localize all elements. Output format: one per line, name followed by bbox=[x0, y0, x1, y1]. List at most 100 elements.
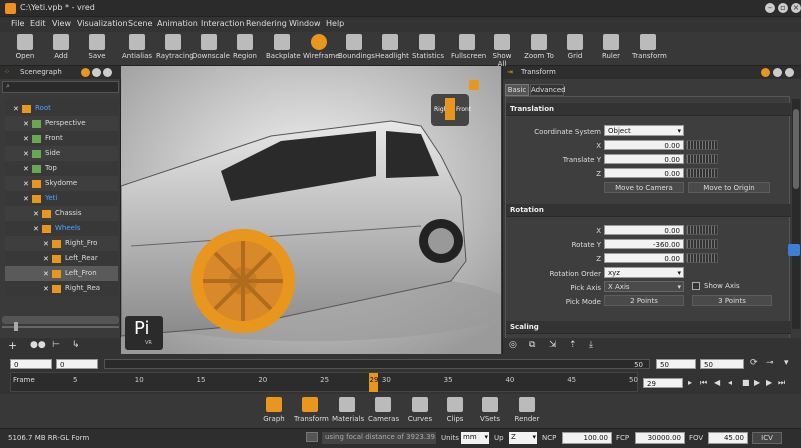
fullscreen-button[interactable]: Fullscreen bbox=[451, 34, 486, 60]
pick-axis-select[interactable]: X Axis ▾ bbox=[604, 281, 684, 292]
help-icon[interactable] bbox=[81, 68, 90, 77]
transform-tool-button[interactable]: Transform bbox=[632, 34, 667, 60]
ruler-button[interactable]: Ruler bbox=[600, 34, 622, 60]
move-to-origin-button[interactable]: Move to Origin bbox=[688, 182, 770, 193]
view-cube[interactable]: Righ Front bbox=[431, 94, 471, 126]
dock-vsets[interactable]: VSets bbox=[478, 397, 502, 423]
grid-button[interactable]: Grid bbox=[564, 34, 586, 60]
visibility-toggle-icon[interactable]: ✕ bbox=[23, 121, 29, 128]
dock-cameras[interactable]: Cameras bbox=[368, 397, 399, 423]
visibility-toggle-icon[interactable]: ✕ bbox=[23, 181, 29, 188]
wireframe-button[interactable]: Wireframe bbox=[303, 34, 340, 60]
tree-node[interactable]: ✕ Front bbox=[5, 131, 118, 146]
tree-node[interactable]: ✕ Yeti bbox=[5, 191, 118, 206]
tree-node[interactable]: ✕ Right_Fro bbox=[5, 236, 118, 251]
tree-node[interactable]: ✕ Chassis bbox=[5, 206, 118, 221]
tree-node[interactable]: ✕ Left_Fron bbox=[5, 266, 118, 281]
translate-y-dial[interactable] bbox=[686, 154, 718, 164]
settings-icon[interactable]: ▾ bbox=[784, 358, 789, 368]
menu-animation[interactable]: Animation bbox=[157, 19, 198, 28]
visibility-toggle-icon[interactable]: ✕ bbox=[23, 166, 29, 173]
align-icon[interactable]: ⤓ bbox=[589, 340, 593, 350]
boundings-button[interactable]: Boundings bbox=[338, 34, 375, 60]
step-back-icon[interactable]: ▸ bbox=[688, 378, 692, 387]
stop-icon[interactable]: ■ bbox=[742, 378, 750, 387]
rotate-y-dial[interactable] bbox=[686, 239, 718, 249]
headlight-button[interactable]: Headlight bbox=[375, 34, 409, 60]
open-button[interactable]: Open bbox=[14, 34, 36, 60]
save-button[interactable]: Save bbox=[86, 34, 108, 60]
terminal-icon[interactable] bbox=[306, 432, 318, 442]
show-all-button[interactable]: Show All bbox=[488, 34, 516, 68]
menu-rendering[interactable]: Rendering bbox=[246, 19, 287, 28]
transform-node-icon[interactable]: ↳ bbox=[72, 340, 80, 350]
tree-node[interactable]: ✕ Perspective bbox=[5, 116, 118, 131]
menu-file[interactable]: File bbox=[11, 19, 24, 28]
tree-node[interactable]: ✕ Wheels bbox=[5, 221, 118, 236]
add-node-icon[interactable]: + bbox=[8, 339, 17, 352]
visibility-toggle-icon[interactable]: ✕ bbox=[23, 136, 29, 143]
rotate-x-dial[interactable] bbox=[686, 225, 718, 235]
tree-node[interactable]: ✕ Left_Rear bbox=[5, 251, 118, 266]
antialias-button[interactable]: Antialias bbox=[122, 34, 152, 60]
timeline-start-input[interactable]: 0 bbox=[10, 359, 52, 369]
key-icon[interactable]: ⊸ bbox=[766, 358, 774, 368]
visibility-toggle-icon[interactable]: ✕ bbox=[43, 241, 49, 248]
menu-edit[interactable]: Edit bbox=[30, 19, 46, 28]
translate-z-input[interactable]: 0.00 bbox=[604, 168, 684, 178]
render-viewport[interactable]: Righ Front Pi VR bbox=[121, 66, 501, 354]
reset-icon[interactable]: ⇡ bbox=[569, 340, 577, 350]
visibility-toggle-icon[interactable]: ✕ bbox=[43, 271, 49, 278]
scenegraph-search-input[interactable]: ⌕ bbox=[2, 81, 119, 93]
reverse-play-icon[interactable]: ◂ bbox=[728, 378, 732, 387]
close-icon[interactable]: × bbox=[791, 3, 801, 13]
ncp-input[interactable]: 100.00 bbox=[562, 432, 612, 444]
tree-node[interactable]: ✕ Top bbox=[5, 161, 118, 176]
side-dock-icon[interactable] bbox=[788, 244, 800, 256]
scenegraph-slider[interactable] bbox=[2, 322, 119, 331]
next-frame-icon[interactable]: ▶ bbox=[766, 378, 772, 387]
statistics-button[interactable]: Statistics bbox=[412, 34, 444, 60]
backplate-button[interactable]: Backplate bbox=[266, 34, 301, 60]
visibility-toggle-icon[interactable]: ✕ bbox=[33, 226, 39, 233]
minimize-icon[interactable]: – bbox=[765, 3, 775, 13]
prev-frame-icon[interactable]: ◀ bbox=[714, 378, 720, 387]
tab-basic[interactable]: Basic bbox=[505, 84, 529, 96]
up-axis-select[interactable]: Z ▾ bbox=[509, 432, 537, 444]
menu-interaction[interactable]: Interaction bbox=[201, 19, 244, 28]
tree-node[interactable]: ✕ Skydome bbox=[5, 176, 118, 191]
timeline-start2-input[interactable]: 0 bbox=[56, 359, 98, 369]
move-to-camera-button[interactable]: Move to Camera bbox=[604, 182, 684, 193]
panel-close-icon[interactable] bbox=[103, 68, 112, 77]
fcp-input[interactable]: 30000.00 bbox=[635, 432, 685, 444]
units-select[interactable]: mm ▾ bbox=[461, 432, 489, 444]
menu-visualization[interactable]: Visualization bbox=[77, 19, 128, 28]
dock-curves[interactable]: Curves bbox=[405, 397, 435, 423]
show-axis-checkbox[interactable] bbox=[692, 282, 700, 290]
transform-scrollbar[interactable] bbox=[792, 99, 800, 329]
coordinate-system-select[interactable]: Object ▾ bbox=[604, 125, 684, 136]
menu-help[interactable]: Help bbox=[326, 19, 344, 28]
rotate-y-input[interactable]: -360.00 bbox=[604, 239, 684, 249]
dock-materials[interactable]: Materials bbox=[332, 397, 364, 423]
rotate-z-input[interactable]: 0.00 bbox=[604, 253, 684, 263]
current-frame-input[interactable]: 29 bbox=[643, 378, 683, 388]
dock-graph[interactable]: Graph bbox=[262, 397, 286, 423]
translate-x-dial[interactable] bbox=[686, 140, 718, 150]
tree-node[interactable]: ✕ Right_Rea bbox=[5, 281, 118, 296]
maximize-icon[interactable]: ▫ bbox=[778, 3, 788, 13]
timeline-ruler[interactable]: Frame 5 10 15 20 25 29 30 35 40 45 50 bbox=[10, 372, 638, 392]
timeline-end-input[interactable]: 50 bbox=[656, 359, 696, 369]
menu-window[interactable]: Window bbox=[289, 19, 321, 28]
menu-view[interactable]: View bbox=[52, 19, 71, 28]
visibility-toggle-icon[interactable]: ✕ bbox=[43, 256, 49, 263]
dock-transform[interactable]: Transform bbox=[294, 397, 329, 423]
visibility-toggle-icon[interactable]: ✕ bbox=[23, 196, 29, 203]
panel-close-icon[interactable] bbox=[785, 68, 794, 77]
translate-x-input[interactable]: 0.00 bbox=[604, 140, 684, 150]
menu-scene[interactable]: Scene bbox=[128, 19, 152, 28]
first-frame-icon[interactable]: ⏮ bbox=[700, 378, 707, 388]
dock-clips[interactable]: Clips bbox=[444, 397, 466, 423]
forward-icon[interactable] bbox=[92, 68, 101, 77]
play-icon[interactable]: ▶ bbox=[754, 378, 760, 387]
